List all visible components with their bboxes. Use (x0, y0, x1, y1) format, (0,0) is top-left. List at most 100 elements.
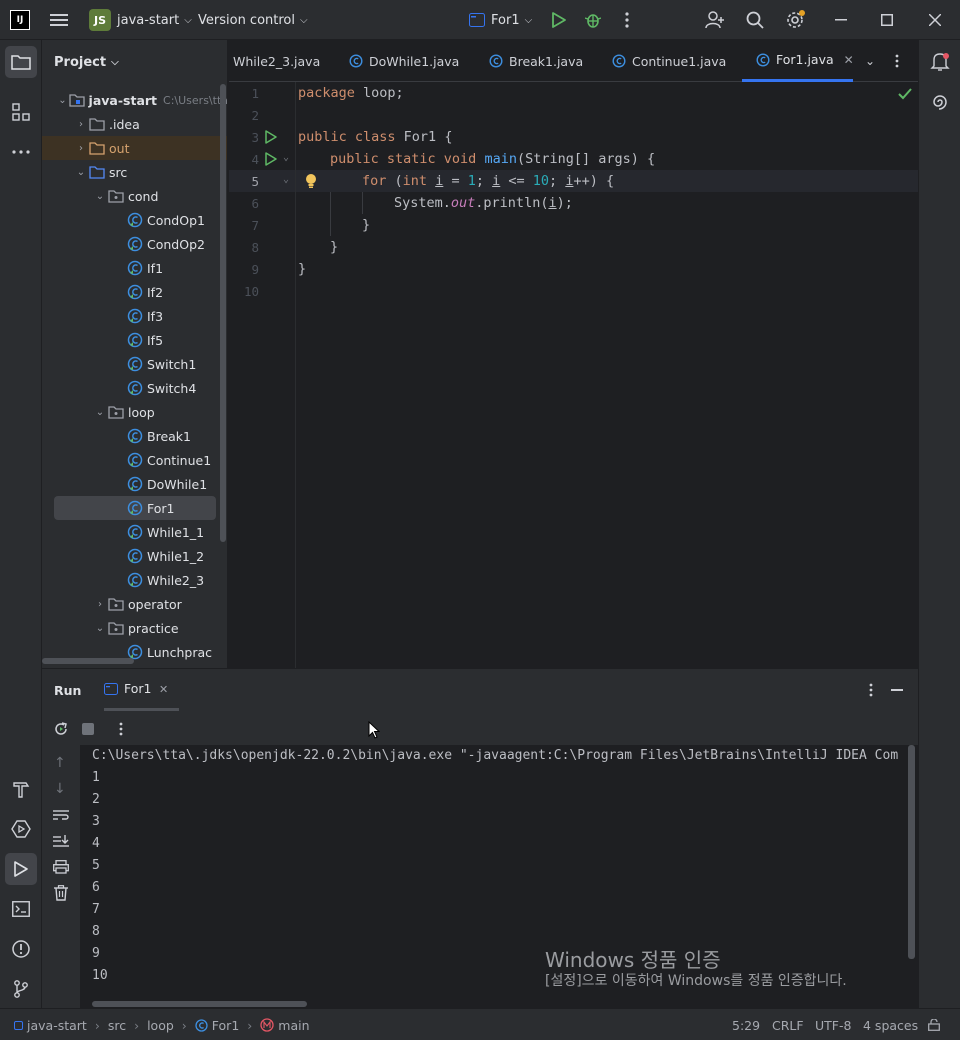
project-panel-header[interactable]: Project ⌵ (42, 40, 227, 84)
services-tool-button[interactable] (5, 813, 37, 845)
line-separator[interactable]: CRLF (772, 1009, 804, 1040)
tree-item-class[interactable]: Break1 (42, 424, 227, 448)
breadcrumb-item[interactable]: main (278, 1018, 309, 1033)
tree-item-cond[interactable]: ⌄ cond (42, 184, 227, 208)
vcs-selector[interactable]: Version control ⌵ (198, 9, 308, 31)
breadcrumb-item[interactable]: loop (147, 1018, 174, 1033)
tree-item-class[interactable]: Switch4 (42, 376, 227, 400)
tree-item-class[interactable]: While1_2 (42, 544, 227, 568)
tree-item-class[interactable]: While1_1 (42, 520, 227, 544)
project-tool-button[interactable] (5, 46, 37, 78)
tabs-more-icon[interactable] (895, 40, 899, 82)
tree-item-class-selected[interactable]: For1 (54, 496, 216, 520)
scroll-up-icon[interactable]: ↑ (54, 755, 66, 771)
settings-gear-icon[interactable] (782, 0, 808, 40)
debug-button[interactable] (582, 0, 604, 40)
tree-label: loop (128, 404, 155, 420)
tab-while2-3[interactable]: While2_3.java (233, 40, 320, 82)
structure-tool-button[interactable] (5, 96, 37, 128)
main-menu-icon[interactable] (50, 12, 68, 28)
chevron-down-icon: ⌵ (111, 56, 119, 68)
package-icon (107, 620, 125, 636)
more-actions-icon[interactable] (616, 0, 638, 40)
git-tool-button[interactable] (5, 973, 37, 1005)
breadcrumb-item[interactable]: For1 (212, 1018, 239, 1033)
tab-continue1[interactable]: Continue1.java (612, 40, 726, 82)
tree-item-src[interactable]: ⌄ src (42, 160, 227, 184)
hide-panel-icon[interactable] (891, 689, 903, 691)
tree-item-operator[interactable]: › operator (42, 592, 227, 616)
tree-item-class[interactable]: If5 (42, 328, 227, 352)
clear-trash-icon[interactable] (54, 885, 68, 905)
run-tool-button[interactable] (5, 853, 37, 885)
tab-for1[interactable]: For1.java ✕ (742, 40, 854, 82)
fold-icon[interactable]: ⌄ (283, 174, 289, 185)
java-class-icon (126, 500, 144, 516)
run-gutter-icon[interactable] (265, 130, 277, 148)
intellij-logo-icon[interactable]: IJ (10, 10, 30, 30)
breadcrumb-item[interactable]: java-start (27, 1018, 87, 1033)
tree-item-class[interactable]: CondOp2 (42, 232, 227, 256)
project-panel: Project ⌵ ⌄ java-start C:\Users\tta › .i… (42, 40, 228, 668)
tree-root-java-start[interactable]: ⌄ java-start C:\Users\tta (42, 88, 227, 112)
java-class-icon (126, 308, 144, 324)
tree-label: While1_2 (147, 548, 205, 564)
tab-dowhile1[interactable]: DoWhile1.java (349, 40, 459, 82)
breadcrumb-item[interactable]: src (108, 1018, 126, 1033)
maximize-button[interactable] (876, 0, 898, 40)
ai-assistant-button[interactable] (924, 86, 956, 118)
code-token: For1 { (395, 129, 453, 145)
tree-item-idea[interactable]: › .idea (42, 112, 227, 136)
lock-icon[interactable] (928, 1009, 940, 1040)
code-token: public class (298, 129, 396, 145)
search-icon[interactable] (743, 0, 767, 40)
tabs-dropdown-icon[interactable]: ⌄ (865, 40, 875, 82)
tree-item-class[interactable]: While2_3 (42, 568, 227, 592)
close-window-button[interactable] (924, 0, 946, 40)
code-editor[interactable]: 1 2 3 4 5 6 7 8 9 10 ⌄ ⌄ package loop; p… (229, 82, 918, 668)
tree-item-class[interactable]: CondOp1 (42, 208, 227, 232)
terminal-tool-button[interactable] (5, 893, 37, 925)
tree-item-class[interactable]: If3 (42, 304, 227, 328)
indent-setting[interactable]: 4 spaces (863, 1009, 918, 1040)
rerun-icon[interactable] (53, 721, 69, 741)
tree-item-class[interactable]: If2 (42, 280, 227, 304)
no-problems-check-icon[interactable] (898, 88, 912, 104)
run-button[interactable] (548, 0, 570, 40)
tree-vertical-scrollbar[interactable] (220, 84, 226, 542)
tree-item-loop[interactable]: ⌄ loop (42, 400, 227, 424)
print-icon[interactable] (53, 860, 69, 878)
lightbulb-icon[interactable] (305, 173, 317, 193)
run-gutter-icon[interactable] (265, 152, 277, 170)
fold-icon[interactable]: ⌄ (283, 152, 289, 163)
more-tools-icon[interactable] (5, 136, 37, 168)
tab-break1[interactable]: Break1.java (489, 40, 583, 82)
console-horizontal-scrollbar[interactable] (92, 1001, 307, 1007)
close-run-tab-icon[interactable]: ✕ (159, 683, 168, 696)
minimize-button[interactable] (830, 0, 852, 40)
notifications-button[interactable] (924, 46, 956, 78)
tree-item-class[interactable]: Switch1 (42, 352, 227, 376)
scroll-to-end-icon[interactable] (53, 835, 69, 851)
run-toolbar-more-icon[interactable] (119, 722, 123, 740)
problems-tool-button[interactable] (5, 933, 37, 965)
file-encoding[interactable]: UTF-8 (815, 1009, 851, 1040)
soft-wrap-icon[interactable] (53, 809, 69, 825)
run-config-selector[interactable]: For1 ⌵ (469, 9, 532, 31)
tree-item-class[interactable]: Continue1 (42, 448, 227, 472)
tree-item-class[interactable]: If1 (42, 256, 227, 280)
tree-horizontal-scrollbar[interactable] (42, 658, 134, 664)
scroll-down-icon[interactable]: ↓ (54, 781, 66, 797)
add-user-icon[interactable] (703, 0, 727, 40)
build-tool-button[interactable] (5, 773, 37, 805)
tree-item-out[interactable]: › out (42, 136, 227, 160)
run-panel-more-icon[interactable] (869, 683, 873, 701)
tree-item-class[interactable]: DoWhile1 (42, 472, 227, 496)
close-tab-icon[interactable]: ✕ (844, 53, 854, 67)
caret-position[interactable]: 5:29 (732, 1009, 760, 1040)
tree-item-practice[interactable]: ⌄ practice (42, 616, 227, 640)
project-selector[interactable]: JS java-start ⌵ (89, 9, 192, 31)
console-vertical-scrollbar[interactable] (908, 745, 915, 959)
tree-label: For1 (147, 500, 175, 516)
stop-icon[interactable] (82, 723, 94, 735)
